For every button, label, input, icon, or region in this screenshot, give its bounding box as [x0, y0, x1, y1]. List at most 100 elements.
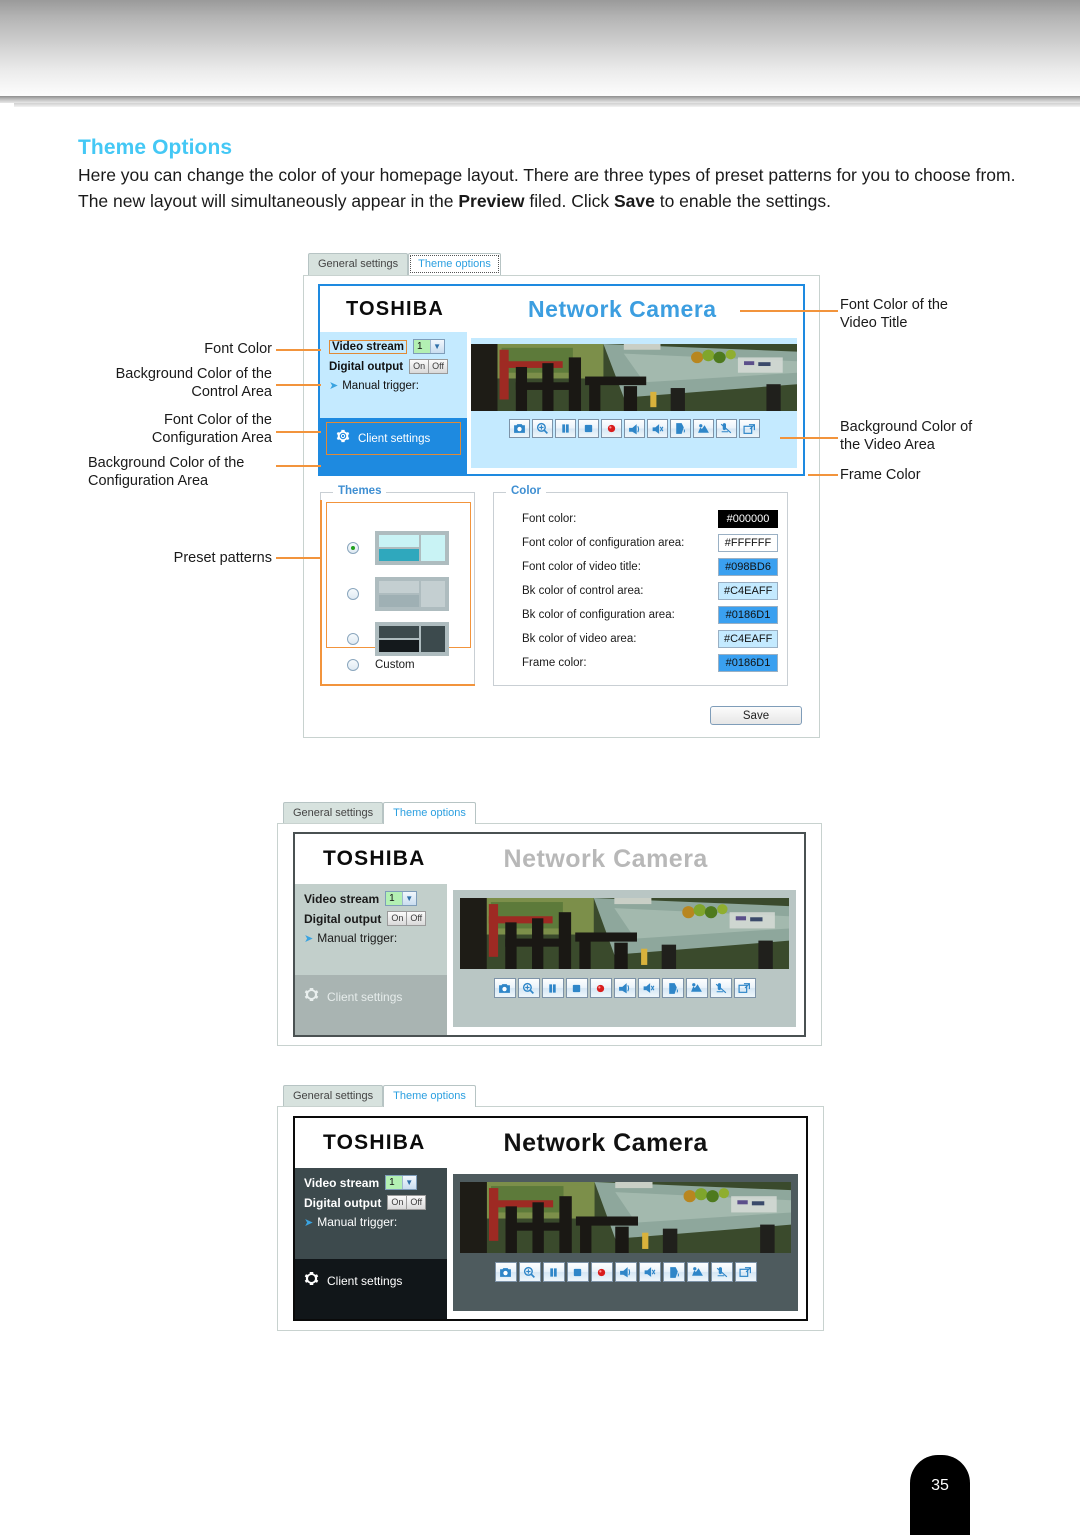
video-stream-select-3[interactable]: 1 ▼	[385, 1175, 417, 1190]
toshiba-logo-3: TOSHIBA	[323, 1131, 426, 1154]
manual-trigger-row-blue[interactable]: ➤ Manual trigger:	[329, 379, 459, 393]
digital-output-off-button-2[interactable]: Off	[407, 911, 427, 926]
client-settings-button-dark[interactable]: Client settings	[295, 1265, 447, 1297]
client-settings-label: Client settings	[358, 432, 431, 445]
leader-font-config	[276, 431, 321, 433]
digital-output-row-blue: Digital output On Off	[329, 359, 459, 374]
volume-icon-3[interactable]	[614, 1262, 637, 1282]
mute-icon-2[interactable]	[637, 978, 660, 998]
volume-icon-2[interactable]	[613, 978, 636, 998]
record-icon-2[interactable]	[589, 978, 612, 998]
color-value-bk-control[interactable]: #C4EAFF	[718, 582, 779, 600]
digital-output-row-gray: Digital output On Off	[304, 911, 439, 926]
gear-icon-2	[304, 987, 319, 1007]
video-stream-select[interactable]: 1 ▼	[413, 339, 445, 354]
mic-off-icon-2[interactable]	[709, 978, 732, 998]
digital-zoom-icon-2[interactable]	[517, 978, 540, 998]
color-value-bk-config[interactable]: #0186D1	[718, 606, 778, 624]
manual-trigger-label-3: Manual trigger:	[317, 1215, 398, 1229]
color-value-font-config[interactable]: #FFFFFF	[718, 534, 778, 552]
client-settings-button-gray[interactable]: Client settings	[295, 981, 447, 1013]
digital-zoom-icon-3[interactable]	[518, 1262, 541, 1282]
leader-preset-h	[276, 557, 321, 559]
video-stream-label-2: Video stream	[304, 891, 380, 906]
fullscreen-icon-3[interactable]	[734, 1262, 757, 1282]
talk-icon-2[interactable]	[661, 978, 684, 998]
digital-output-label-2: Digital output	[304, 911, 382, 926]
pause-icon[interactable]	[554, 419, 576, 438]
manual-trigger-row-gray[interactable]: ➤ Manual trigger:	[304, 931, 439, 945]
theme-option-gray[interactable]	[347, 577, 449, 611]
callout-bk-video-area: Background Color of the Video Area	[840, 419, 973, 453]
pause-icon-3[interactable]	[542, 1262, 565, 1282]
digital-output-off-button-3[interactable]: Off	[407, 1195, 427, 1210]
stop-icon[interactable]	[577, 419, 599, 438]
digital-output-on-button[interactable]: On	[409, 359, 430, 374]
theme-thumb-blue	[375, 531, 449, 565]
record-icon[interactable]	[600, 419, 622, 438]
expand-arrow-icon: ➤	[329, 380, 339, 392]
snapshot-icon-2[interactable]	[493, 978, 516, 998]
color-value-bk-video[interactable]: #C4EAFF	[718, 630, 779, 648]
digital-output-on-button-3[interactable]: On	[387, 1195, 408, 1210]
tabs-1: General settings Theme options	[308, 253, 501, 275]
tab-general-settings-2[interactable]: General settings	[283, 802, 384, 824]
mic-off-icon-3[interactable]	[710, 1262, 733, 1282]
pause-icon-2[interactable]	[541, 978, 564, 998]
talk-icon[interactable]	[669, 419, 691, 438]
page-number: 35	[931, 1477, 949, 1494]
digital-output-off-button[interactable]: Off	[429, 359, 448, 374]
color-label-frame: Frame color:	[522, 657, 587, 669]
radio-preset-dark[interactable]	[347, 633, 359, 645]
theme-option-blue[interactable]	[347, 531, 449, 565]
video-stream-row-blue: Video stream 1 ▼	[329, 339, 459, 354]
listen-icon-3[interactable]	[686, 1262, 709, 1282]
mic-off-icon[interactable]	[715, 419, 737, 438]
leader-bk-control	[276, 384, 321, 386]
tab-theme-options[interactable]: Theme options	[408, 253, 501, 275]
page-title: Theme Options	[78, 136, 233, 159]
theme-option-dark[interactable]	[347, 622, 449, 656]
mute-icon[interactable]	[646, 419, 668, 438]
fullscreen-icon[interactable]	[738, 419, 760, 438]
color-value-font-video-title[interactable]: #098BD6	[718, 558, 778, 576]
tab-theme-options-2[interactable]: Theme options	[383, 802, 476, 824]
mute-icon-3[interactable]	[638, 1262, 661, 1282]
color-row-font-video-title: Font color of video title: #098BD6	[522, 558, 778, 576]
volume-icon[interactable]	[623, 419, 645, 438]
digital-output-on-button-2[interactable]: On	[387, 911, 408, 926]
callout-font-color: Font Color	[204, 341, 272, 357]
color-value-font[interactable]: #000000	[718, 510, 778, 528]
snapshot-icon-3[interactable]	[494, 1262, 517, 1282]
video-stream-select-2[interactable]: 1 ▼	[385, 891, 417, 906]
radio-custom[interactable]	[347, 659, 359, 671]
save-button[interactable]: Save	[710, 706, 802, 725]
radio-preset-blue[interactable]	[347, 542, 359, 554]
manual-trigger-row-dark[interactable]: ➤ Manual trigger:	[304, 1215, 439, 1229]
snapshot-icon[interactable]	[508, 419, 530, 438]
color-row-frame: Frame color: #0186D1	[522, 654, 778, 672]
stop-icon-3[interactable]	[566, 1262, 589, 1282]
record-icon-3[interactable]	[590, 1262, 613, 1282]
intro-bold-preview: Preview	[458, 190, 525, 211]
tab-general-settings-3[interactable]: General settings	[283, 1085, 384, 1107]
color-label-font: Font color:	[522, 513, 577, 525]
radio-preset-gray[interactable]	[347, 588, 359, 600]
themes-fieldset: Themes Custom	[320, 485, 475, 686]
color-value-frame[interactable]: #0186D1	[718, 654, 778, 672]
listen-icon-2[interactable]	[685, 978, 708, 998]
tab-theme-options-3[interactable]: Theme options	[383, 1085, 476, 1107]
tab-general-settings[interactable]: General settings	[308, 253, 409, 275]
client-settings-button-blue[interactable]: Client settings	[326, 422, 461, 455]
fullscreen-icon-2[interactable]	[733, 978, 756, 998]
talk-icon-3[interactable]	[662, 1262, 685, 1282]
digital-zoom-icon[interactable]	[531, 419, 553, 438]
video-stream-label-3: Video stream	[304, 1175, 380, 1190]
listen-icon[interactable]	[692, 419, 714, 438]
video-stream-image-blue	[471, 344, 797, 411]
digital-output-label: Digital output	[329, 360, 404, 373]
theme-option-custom[interactable]: Custom	[347, 659, 415, 671]
camera-preview-dark: TOSHIBA Network Camera Video stream 1 ▼ …	[293, 1116, 808, 1321]
stop-icon-2[interactable]	[565, 978, 588, 998]
video-stream-value-2: 1	[386, 892, 402, 905]
